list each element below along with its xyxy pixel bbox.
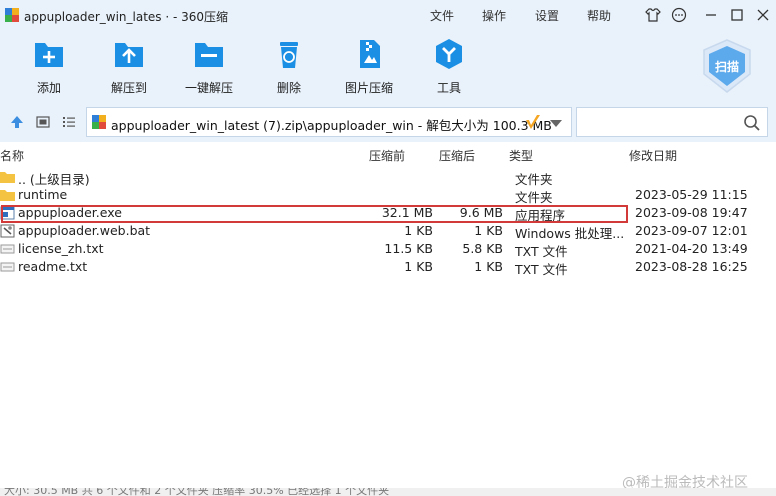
minimize-icon[interactable]	[702, 6, 720, 24]
column-type[interactable]: 类型	[509, 147, 533, 164]
image-compress-button[interactable]: 图片压缩	[334, 38, 404, 96]
maximize-icon[interactable]	[728, 6, 746, 24]
feedback-icon[interactable]	[670, 6, 688, 24]
extract-to-button[interactable]: 解压到	[94, 38, 164, 96]
file-name: appuploader.exe	[18, 205, 122, 220]
add-label: 添加	[36, 81, 61, 95]
column-modified[interactable]: 修改日期	[629, 147, 677, 164]
list-view-icon[interactable]	[61, 114, 77, 130]
status-text: 大小: 30.5 MB 共 6 个文件和 2 个文件夹 压缩率 30.5% 已经…	[4, 488, 390, 496]
image-compress-label: 图片压缩	[344, 81, 393, 95]
close-icon[interactable]	[754, 6, 772, 24]
scan-shield-icon: 扫描	[703, 39, 751, 93]
menu-help[interactable]: 帮助	[587, 7, 611, 24]
window-title: appuploader_win_lates · - 360压缩	[24, 10, 229, 24]
file-original-size: 32.1 MB	[381, 205, 433, 220]
add-archive-icon	[35, 43, 63, 67]
extract-to-icon	[115, 43, 143, 67]
scan-label: 扫描	[715, 59, 739, 74]
search-icon[interactable]	[743, 114, 761, 132]
zip-archive-icon	[92, 115, 106, 129]
one-click-extract-icon	[195, 43, 223, 67]
bat-icon	[0, 224, 15, 238]
file-original-size: 1 KB	[404, 223, 433, 238]
file-row-appuploader-bat[interactable]: appuploader.web.bat 1 KB 1 KB Windows 批处…	[0, 222, 776, 241]
menu-file[interactable]: 文件	[430, 7, 454, 24]
file-modified: 2023-09-08 19:47	[635, 205, 748, 220]
tools-button[interactable]: 工具	[414, 38, 484, 96]
file-row-appuploader-exe[interactable]: appuploader.exe 32.1 MB 9.6 MB 应用程序 2023…	[0, 204, 776, 223]
tools-icon	[436, 39, 462, 69]
file-compressed-size: 9.6 MB	[459, 205, 503, 220]
exe-icon	[0, 206, 15, 220]
extract-to-label: 解压到	[110, 81, 147, 95]
path-text: appuploader_win_latest (7).zip\appupload…	[111, 118, 552, 133]
status-bar: 大小: 30.5 MB 共 6 个文件和 2 个文件夹 压缩率 30.5% 已经…	[0, 488, 776, 496]
file-name: readme.txt	[18, 259, 88, 274]
file-compressed-size: 5.8 KB	[462, 241, 503, 256]
menu-operation[interactable]: 操作	[482, 7, 506, 24]
folder-icon	[0, 172, 15, 183]
delete-button[interactable]: 删除	[254, 38, 324, 96]
txt-file-icon	[0, 244, 15, 254]
file-name: runtime	[18, 187, 68, 202]
thumbnail-view-icon[interactable]	[35, 114, 51, 130]
path-dropdown-icon[interactable]	[549, 118, 563, 128]
file-name: appuploader.web.bat	[18, 223, 151, 238]
column-compressed-size[interactable]: 压缩后	[439, 147, 475, 164]
scan-button[interactable]: 扫描	[700, 38, 754, 94]
search-input[interactable]	[576, 107, 768, 137]
file-original-size: 1 KB	[404, 259, 433, 274]
delete-icon	[280, 42, 298, 68]
app-logo-icon	[5, 8, 19, 22]
one-click-extract-label: 一键解压	[184, 81, 233, 95]
file-modified: 2023-08-28 16:25	[635, 259, 748, 274]
file-row-runtime[interactable]: runtime 文件夹 2023-05-29 11:15	[0, 186, 776, 205]
file-name: license_zh.txt	[18, 241, 104, 256]
folder-icon	[0, 190, 15, 201]
column-name[interactable]: 名称	[0, 147, 24, 164]
tools-label: 工具	[436, 81, 461, 95]
file-row-readme[interactable]: readme.txt 1 KB 1 KB TXT 文件 2023-08-28 1…	[0, 258, 776, 277]
file-row-parent[interactable]: .. (上级目录) 文件夹	[0, 168, 776, 187]
toolbar: 添加 解压到 一键解压 删除 图片压缩 工具 扫描	[0, 30, 776, 102]
column-headers: 名称 压缩前 压缩后 类型 修改日期	[0, 142, 776, 166]
file-modified: 2021-04-20 13:49	[635, 241, 748, 256]
file-original-size: 11.5 KB	[384, 241, 433, 256]
file-compressed-size: 1 KB	[474, 259, 503, 274]
file-type: TXT 文件	[515, 262, 568, 277]
verified-check-icon	[526, 115, 540, 129]
image-compress-icon	[360, 40, 380, 68]
one-click-extract-button[interactable]: 一键解压	[174, 38, 244, 96]
add-button[interactable]: 添加	[14, 38, 84, 96]
txt-file-icon	[0, 262, 15, 272]
file-modified: 2023-05-29 11:15	[635, 187, 748, 202]
file-modified: 2023-09-07 12:01	[635, 223, 748, 238]
title-bar: appuploader_win_lates · - 360压缩 文件 操作 设置…	[0, 0, 776, 30]
menu-settings[interactable]: 设置	[535, 7, 559, 24]
path-field[interactable]: appuploader_win_latest (7).zip\appupload…	[86, 107, 572, 137]
file-compressed-size: 1 KB	[474, 223, 503, 238]
up-arrow-icon[interactable]	[9, 114, 25, 130]
skin-icon[interactable]	[644, 6, 662, 24]
column-original-size[interactable]: 压缩前	[369, 147, 405, 164]
address-bar: appuploader_win_latest (7).zip\appupload…	[0, 102, 776, 142]
delete-label: 删除	[276, 81, 301, 95]
file-row-license[interactable]: license_zh.txt 11.5 KB 5.8 KB TXT 文件 202…	[0, 240, 776, 259]
